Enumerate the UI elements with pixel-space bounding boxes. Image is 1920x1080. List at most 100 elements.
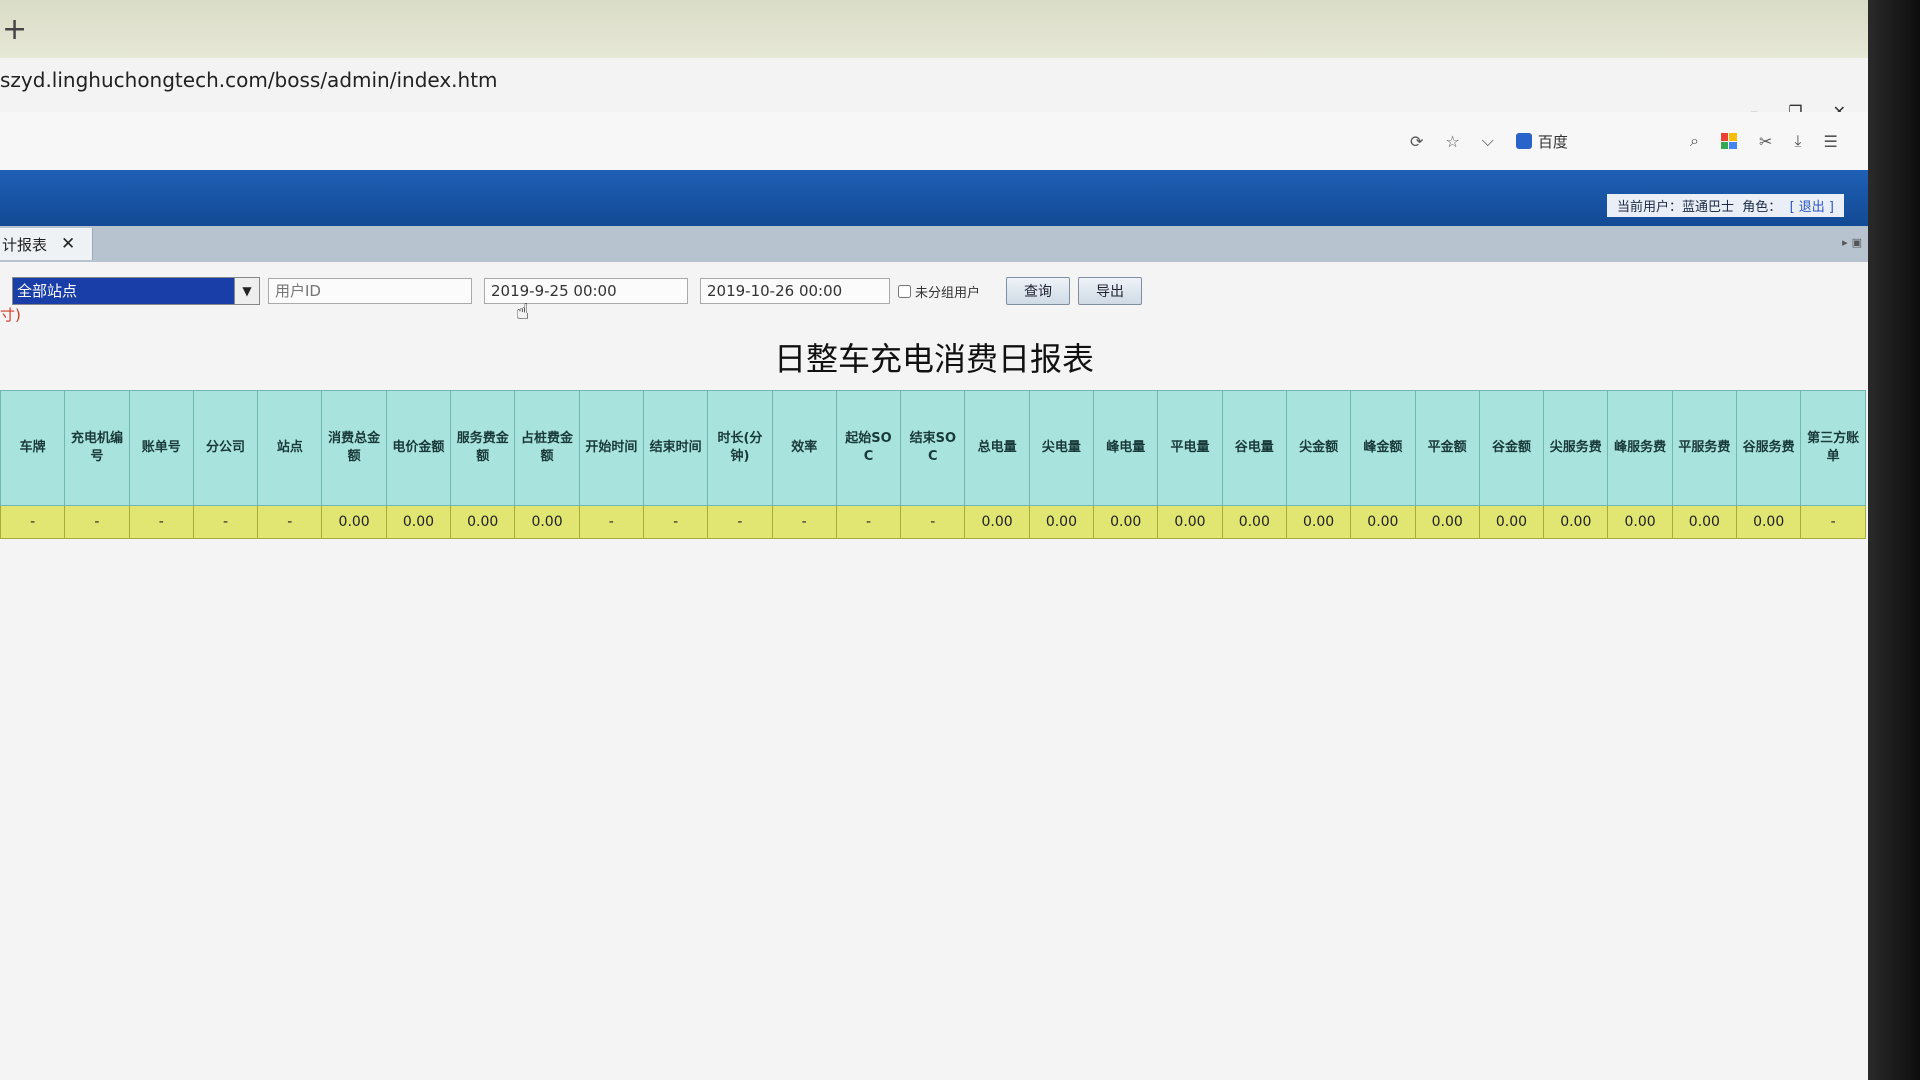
table-cell: - [0, 505, 66, 539]
menu-icon[interactable]: ☰ [1823, 132, 1837, 151]
table-cell: 0.00 [1221, 505, 1287, 539]
current-user-name: 蓝通巴士 [1682, 200, 1735, 215]
table-cell: 0.00 [1350, 505, 1416, 539]
table-cell: 0.00 [385, 505, 452, 539]
table-cell: - [128, 505, 194, 539]
column-header: 充电机编号 [64, 390, 130, 506]
table-cell: - [64, 505, 130, 539]
table-body: - - - - -0.00 0.00 0.00 0.00- - - - - -0.00 0.00 0.00 0… [0, 505, 1866, 539]
column-header: 时长(分钟) [707, 390, 773, 506]
column-header: 谷电量 [1221, 390, 1287, 506]
screen: + szyd.linghuchongtech.com/boss/admin/in… [0, 0, 1868, 1080]
station-select[interactable]: 全部站点 ▼ [12, 277, 260, 305]
query-button[interactable]: 查询 [1006, 277, 1071, 305]
report-table-wrapper: 车牌 充电机编号 账单号 分公司 站点 消费总金额 电价金额 服务费金额 占桩费金额 开始时间 结束… [0, 390, 1866, 539]
column-header: 消费总金额 [321, 390, 387, 506]
table-cell: - [192, 505, 259, 539]
column-header: 服务费金额 [450, 390, 516, 506]
table-cell: - [1800, 505, 1866, 539]
table-cell: 0.00 [1607, 505, 1673, 539]
tab-label: 计报表 [2, 235, 48, 254]
search-icon[interactable]: ⌕ [1690, 131, 1699, 151]
table-cell: 0.00 [450, 505, 516, 539]
station-select-value: 全部站点 [13, 278, 234, 304]
column-header: 总电量 [964, 390, 1030, 506]
column-header: 谷金额 [1478, 390, 1545, 506]
ungrouped-label: 未分组用户 [915, 285, 981, 301]
role-label: 角色： [1742, 200, 1782, 215]
column-header: 平金额 [1414, 390, 1480, 506]
logout-link[interactable]: [ 退出 ] [1790, 200, 1834, 215]
tab-report[interactable]: 计报表 ✕ [0, 228, 93, 260]
tab-bar-controls: ▸ ▣ [1842, 236, 1862, 249]
column-header: 尖服务费 [1543, 390, 1609, 506]
filter-bar: 全部站点 ▼ 未分组用户 查询 导出 [12, 276, 1143, 306]
baidu-logo-icon [1515, 133, 1532, 149]
address-bar[interactable]: szyd.linghuchongtech.com/boss/admin/inde… [0, 58, 1868, 121]
app-header: 当前用户：蓝通巴士 角色： [ 退出 ] [0, 170, 1868, 226]
column-header: 账单号 [128, 390, 194, 506]
column-header: 站点 [257, 390, 323, 506]
end-time-input[interactable] [700, 278, 890, 304]
scissors-icon[interactable]: ✂ [1759, 132, 1772, 151]
export-button[interactable]: 导出 [1078, 277, 1143, 305]
column-header: 峰服务费 [1607, 390, 1673, 506]
column-header: 效率 [771, 390, 837, 506]
monitor-bezel [1868, 0, 1920, 1080]
table-cell: - [578, 505, 644, 539]
browser-toolbar: ⟳ ☆ ⌵ 百度 ⌕ ✂ ⤓ ☰ [0, 112, 1868, 171]
column-header: 尖电量 [1028, 390, 1095, 506]
table-cell: 0.00 [1157, 505, 1223, 539]
table-cell: - [257, 505, 323, 539]
table-cell: 0.00 [1028, 505, 1095, 539]
column-header: 分公司 [192, 390, 259, 506]
report-title: 日整车充电消费日报表 [773, 340, 1094, 378]
user-id-input[interactable] [268, 278, 472, 304]
browser-tab-strip: + [0, 0, 1868, 59]
url-text[interactable]: szyd.linghuchongtech.com/boss/admin/inde… [0, 68, 498, 92]
chevron-down-icon[interactable]: ▼ [234, 278, 259, 304]
table-cell: 0.00 [1736, 505, 1802, 539]
refresh-icon[interactable]: ⟳ [1410, 132, 1423, 151]
column-header: 峰电量 [1093, 390, 1159, 506]
report-table: 车牌 充电机编号 账单号 分公司 站点 消费总金额 电价金额 服务费金额 占桩费金额 开始时间 结束… [0, 390, 1866, 539]
toolbar-right-icons: ⌕ ✂ ⤓ ☰ [1690, 112, 1838, 170]
hand-cursor-icon: ☝ [516, 300, 530, 325]
column-header: 占桩费金额 [514, 390, 580, 506]
table-cell: 0.00 [514, 505, 580, 539]
apps-icon[interactable] [1720, 133, 1737, 149]
page-tab-bar: 计报表 ✕ ▸ ▣ [0, 226, 1868, 263]
column-header: 谷服务费 [1736, 390, 1802, 506]
close-icon[interactable]: ✕ [61, 234, 75, 254]
ungrouped-user-checkbox[interactable]: 未分组用户 [898, 282, 980, 301]
table-cell: 0.00 [1414, 505, 1480, 539]
column-header: 起始SOC [835, 390, 902, 506]
column-header: 结束时间 [642, 390, 709, 506]
window-toggle-icon[interactable]: ▣ [1852, 236, 1862, 249]
table-cell: - [707, 505, 773, 539]
new-tab-button[interactable]: + [2, 12, 27, 47]
chevron-down-icon[interactable]: ⌵ [1482, 131, 1494, 151]
user-info: 当前用户：蓝通巴士 角色： [ 退出 ] [1607, 194, 1844, 217]
column-header: 第三方账单 [1800, 390, 1866, 506]
caret-right-icon[interactable]: ▸ [1842, 236, 1848, 249]
star-icon[interactable]: ☆ [1445, 132, 1459, 151]
toolbar-left-icons: ⟳ ☆ ⌵ 百度 [1410, 112, 1568, 170]
column-header: 平电量 [1157, 390, 1223, 506]
table-cell: - [835, 505, 902, 539]
column-header: 平服务费 [1671, 390, 1738, 506]
table-cell: - [900, 505, 966, 539]
table-cell: 0.00 [321, 505, 387, 539]
table-row: - - - - -0.00 0.00 0.00 0.00- - - - - -0.00 0.00 0.00 0… [0, 505, 1866, 539]
start-time-input[interactable] [484, 278, 688, 304]
column-header: 电价金额 [385, 390, 452, 506]
table-cell: 0.00 [1671, 505, 1738, 539]
baidu-search-button[interactable]: 百度 [1515, 131, 1568, 152]
ungrouped-checkbox-box[interactable] [898, 284, 911, 298]
column-header: 结束SOC [900, 390, 966, 506]
column-header: 车牌 [0, 390, 66, 506]
table-cell: 0.00 [1093, 505, 1159, 539]
table-cell: - [771, 505, 837, 539]
download-icon[interactable]: ⤓ [1794, 131, 1801, 151]
current-user-label: 当前用户： [1617, 200, 1683, 215]
